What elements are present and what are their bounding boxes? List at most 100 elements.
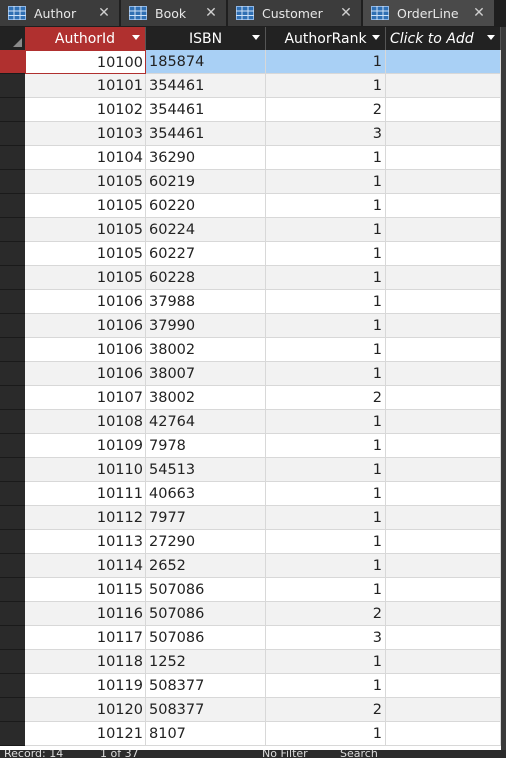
cell-authorid[interactable]: 10119	[25, 674, 146, 698]
cell-authorid[interactable]: 10112	[25, 506, 146, 530]
cell-authorid[interactable]: 10105	[25, 218, 146, 242]
cell-authorrank[interactable]: 3	[266, 626, 386, 650]
cell-isbn[interactable]: 60224	[146, 218, 266, 242]
cell-isbn[interactable]: 60227	[146, 242, 266, 266]
cell-authorrank[interactable]: 1	[266, 554, 386, 578]
cell-click-to-add[interactable]	[386, 170, 501, 194]
record-selector[interactable]	[0, 482, 25, 506]
record-selector[interactable]	[0, 170, 25, 194]
close-icon[interactable]: ✕	[339, 6, 353, 20]
tab-book[interactable]: Book ✕	[121, 0, 227, 26]
cell-click-to-add[interactable]	[386, 338, 501, 362]
close-icon[interactable]: ✕	[204, 6, 218, 20]
cell-click-to-add[interactable]	[386, 290, 501, 314]
search-input[interactable]: Search	[340, 750, 378, 758]
cell-authorid[interactable]: 10120	[25, 698, 146, 722]
cell-authorid[interactable]: 10111	[25, 482, 146, 506]
cell-authorid[interactable]: 10115	[25, 578, 146, 602]
cell-click-to-add[interactable]	[386, 554, 501, 578]
table-row[interactable]: 10104 36290 1	[0, 146, 506, 170]
cell-authorid[interactable]: 10121	[25, 722, 146, 746]
cell-authorrank[interactable]: 2	[266, 698, 386, 722]
cell-isbn[interactable]: 354461	[146, 98, 266, 122]
record-selector[interactable]	[0, 314, 25, 338]
cell-isbn[interactable]: 40663	[146, 482, 266, 506]
table-row[interactable]: 10114 2652 1	[0, 554, 506, 578]
cell-authorrank[interactable]: 1	[266, 242, 386, 266]
cell-authorid[interactable]: 10107	[25, 386, 146, 410]
cell-authorid[interactable]: 10100	[25, 50, 146, 74]
cell-authorrank[interactable]: 1	[266, 482, 386, 506]
cell-authorrank[interactable]: 1	[266, 458, 386, 482]
record-selector[interactable]	[0, 194, 25, 218]
record-selector[interactable]	[0, 386, 25, 410]
cell-isbn[interactable]: 7977	[146, 506, 266, 530]
record-selector[interactable]	[0, 218, 25, 242]
chevron-down-icon[interactable]	[487, 35, 495, 40]
cell-authorrank[interactable]: 1	[266, 50, 386, 74]
record-selector[interactable]	[0, 50, 25, 74]
table-row[interactable]: 10105 60227 1	[0, 242, 506, 266]
table-row[interactable]: 10105 60224 1	[0, 218, 506, 242]
cell-click-to-add[interactable]	[386, 242, 501, 266]
cell-authorrank[interactable]: 1	[266, 722, 386, 746]
cell-authorrank[interactable]: 1	[266, 650, 386, 674]
cell-isbn[interactable]: 38007	[146, 362, 266, 386]
cell-authorid[interactable]: 10106	[25, 314, 146, 338]
record-selector[interactable]	[0, 74, 25, 98]
cell-authorid[interactable]: 10118	[25, 650, 146, 674]
cell-click-to-add[interactable]	[386, 578, 501, 602]
chevron-down-icon[interactable]	[372, 35, 380, 40]
cell-authorrank[interactable]: 1	[266, 170, 386, 194]
cell-authorid[interactable]: 10116	[25, 602, 146, 626]
cell-click-to-add[interactable]	[386, 314, 501, 338]
cell-isbn[interactable]: 507086	[146, 578, 266, 602]
cell-authorid[interactable]: 10103	[25, 122, 146, 146]
table-row[interactable]: 10116 507086 2	[0, 602, 506, 626]
cell-isbn[interactable]: 185874	[146, 50, 266, 74]
table-row[interactable]: 10115 507086 1	[0, 578, 506, 602]
table-row[interactable]: 10111 40663 1	[0, 482, 506, 506]
cell-isbn[interactable]: 38002	[146, 338, 266, 362]
cell-click-to-add[interactable]	[386, 698, 501, 722]
cell-authorid[interactable]: 10105	[25, 266, 146, 290]
cell-isbn[interactable]: 60228	[146, 266, 266, 290]
cell-isbn[interactable]: 36290	[146, 146, 266, 170]
cell-isbn[interactable]: 354461	[146, 74, 266, 98]
record-selector[interactable]	[0, 122, 25, 146]
cell-click-to-add[interactable]	[386, 722, 501, 746]
cell-isbn[interactable]: 42764	[146, 410, 266, 434]
cell-click-to-add[interactable]	[386, 98, 501, 122]
cell-isbn[interactable]: 54513	[146, 458, 266, 482]
cell-authorrank[interactable]: 2	[266, 98, 386, 122]
record-selector[interactable]	[0, 602, 25, 626]
cell-authorid[interactable]: 10105	[25, 170, 146, 194]
cell-authorrank[interactable]: 1	[266, 410, 386, 434]
table-row[interactable]: 10109 7978 1	[0, 434, 506, 458]
cell-authorrank[interactable]: 1	[266, 362, 386, 386]
cell-authorrank[interactable]: 1	[266, 290, 386, 314]
cell-authorrank[interactable]: 1	[266, 530, 386, 554]
record-selector[interactable]	[0, 98, 25, 122]
record-selector[interactable]	[0, 338, 25, 362]
cell-click-to-add[interactable]	[386, 602, 501, 626]
cell-click-to-add[interactable]	[386, 266, 501, 290]
cell-authorid[interactable]: 10109	[25, 434, 146, 458]
record-selector[interactable]	[0, 410, 25, 434]
table-row[interactable]: 10106 37990 1	[0, 314, 506, 338]
filter-indicator[interactable]: No Filter	[262, 750, 308, 758]
record-selector[interactable]	[0, 650, 25, 674]
table-row[interactable]: 10118 1252 1	[0, 650, 506, 674]
chevron-down-icon[interactable]	[252, 35, 260, 40]
cell-click-to-add[interactable]	[386, 626, 501, 650]
cell-authorid[interactable]: 10113	[25, 530, 146, 554]
close-icon[interactable]: ✕	[472, 6, 486, 20]
cell-isbn[interactable]: 37988	[146, 290, 266, 314]
table-row[interactable]: 10110 54513 1	[0, 458, 506, 482]
close-icon[interactable]: ✕	[97, 6, 111, 20]
cell-click-to-add[interactable]	[386, 50, 501, 74]
record-selector[interactable]	[0, 674, 25, 698]
cell-authorid[interactable]: 10105	[25, 194, 146, 218]
table-row[interactable]: 10112 7977 1	[0, 506, 506, 530]
record-selector[interactable]	[0, 458, 25, 482]
